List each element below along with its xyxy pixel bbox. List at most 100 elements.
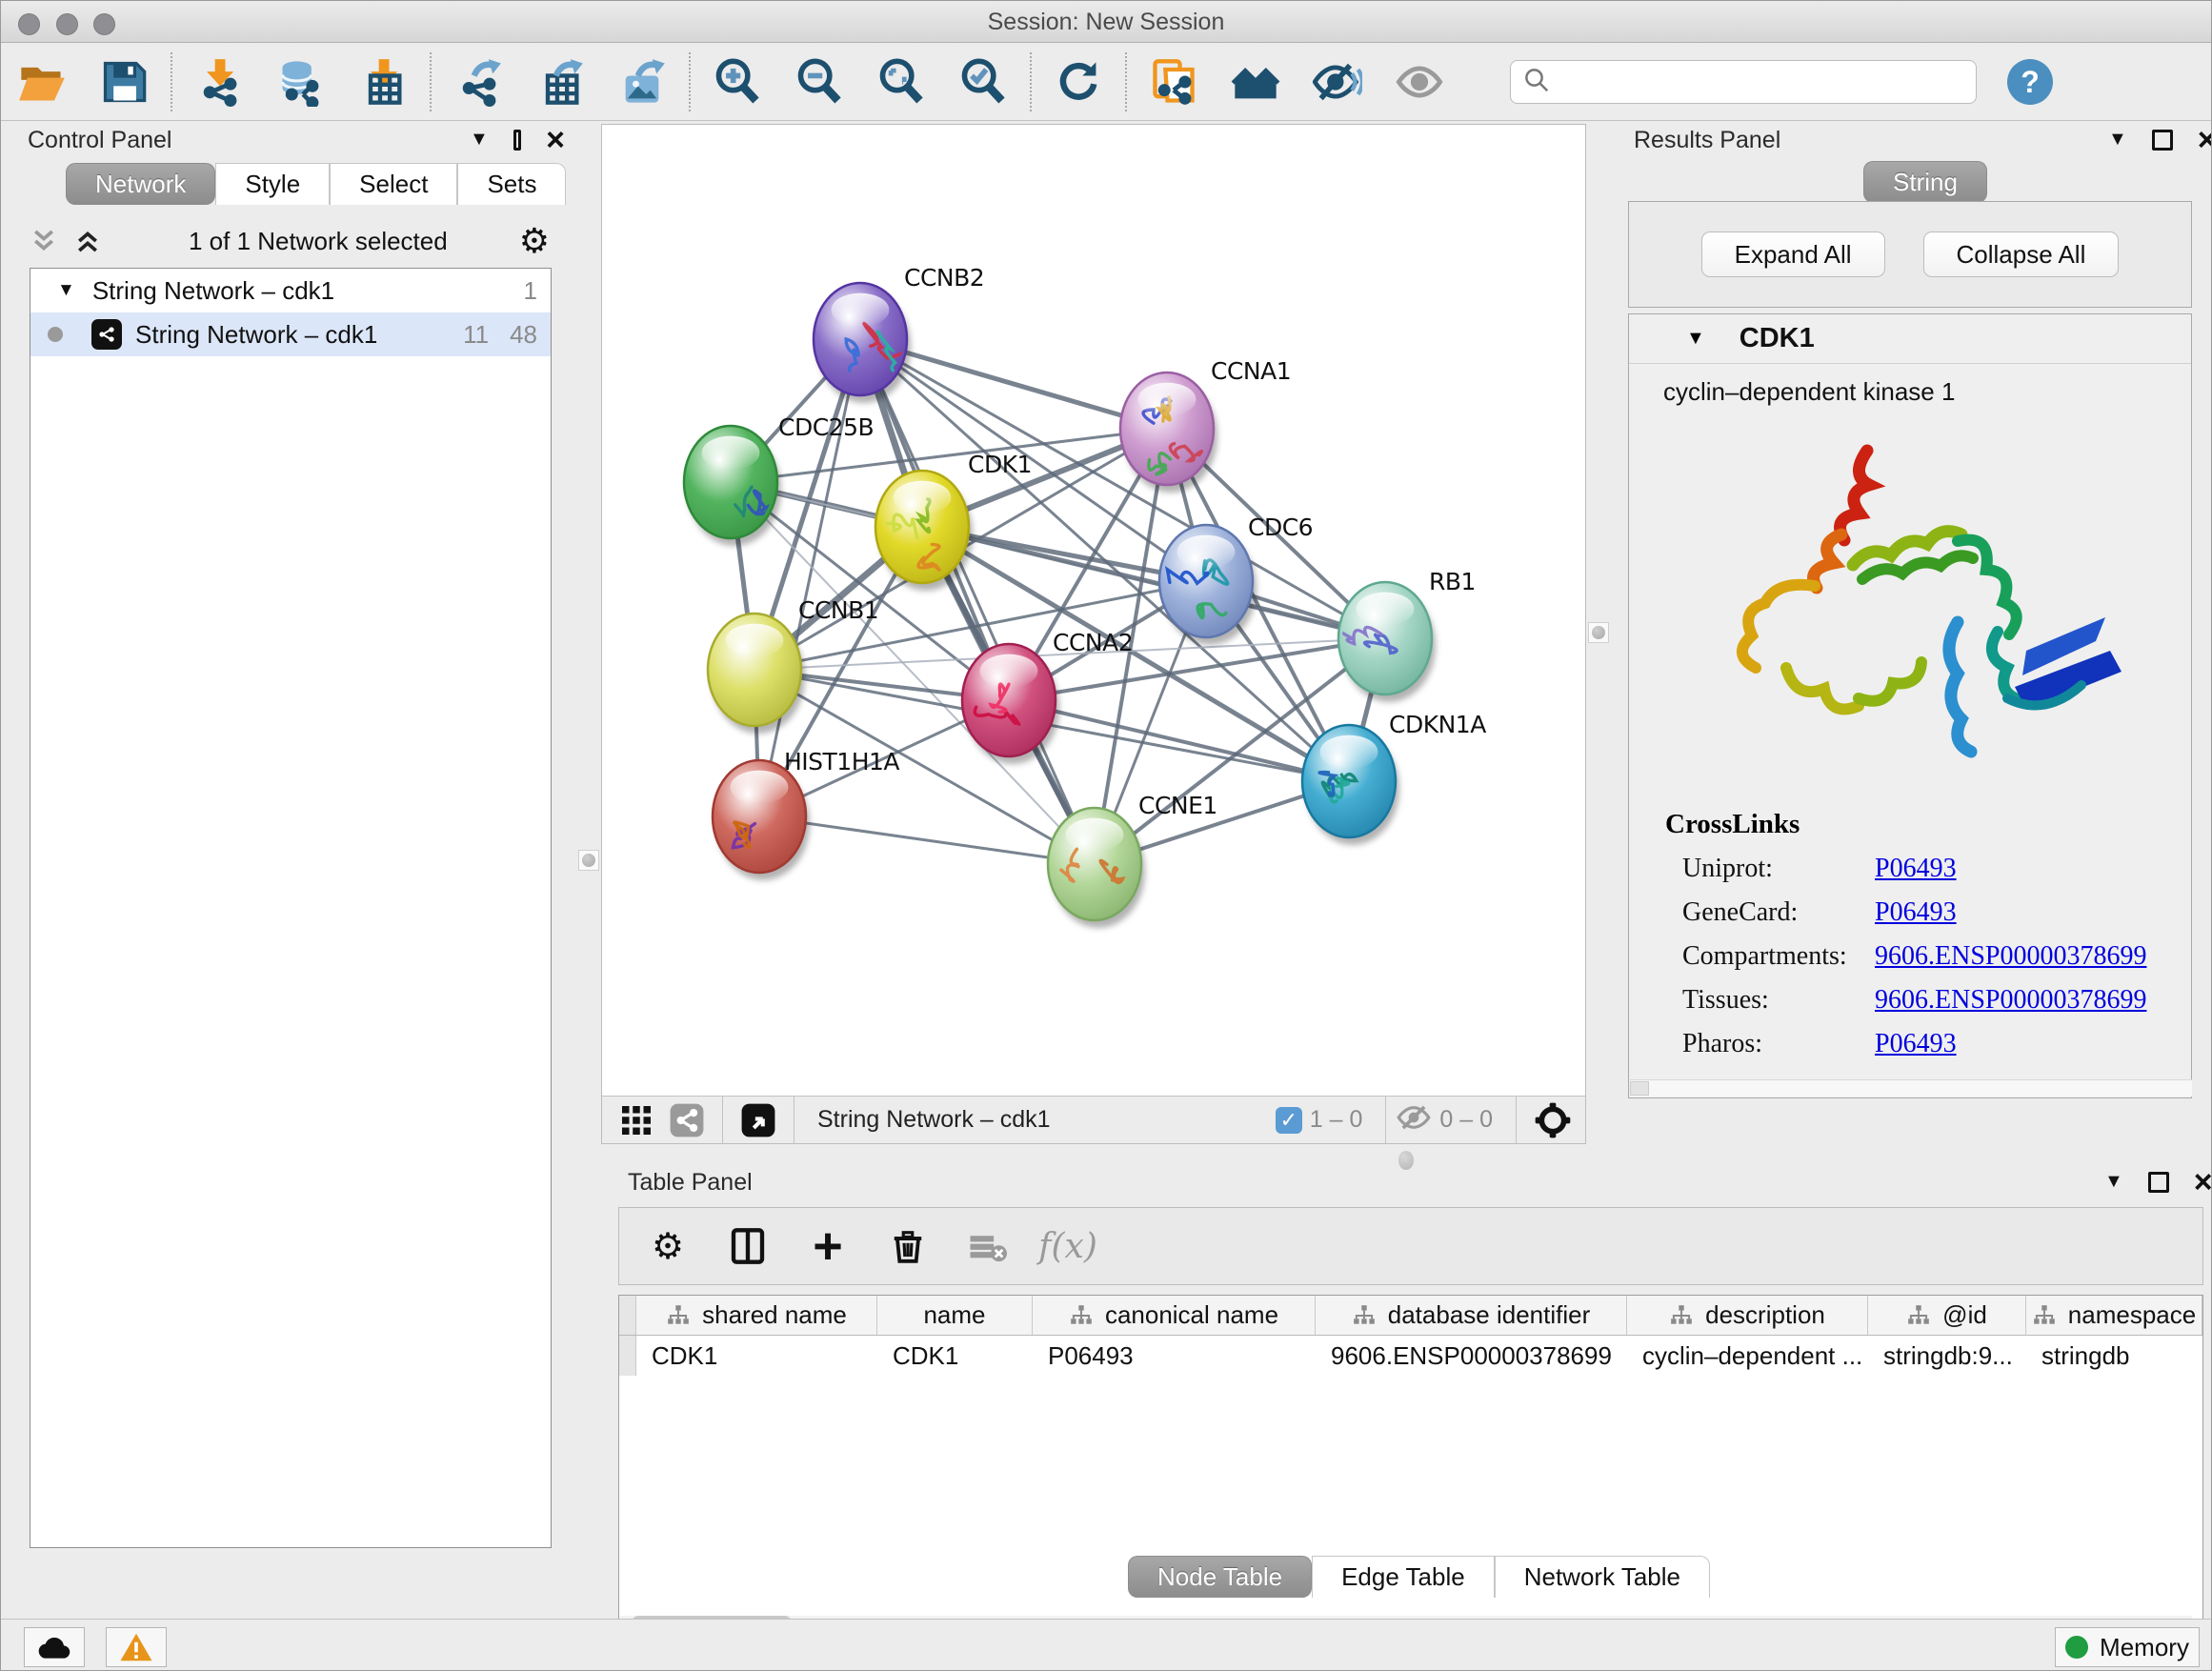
export-table-icon[interactable]: [519, 49, 601, 115]
search-box[interactable]: [1510, 60, 1977, 104]
column-header-description[interactable]: description: [1627, 1296, 1868, 1335]
home-icon[interactable]: [1215, 49, 1297, 115]
move-crosshair-icon[interactable]: [1534, 1101, 1572, 1139]
network-canvas[interactable]: CCNB2CCNA1CDC25BCDK1CDC6RB1CCNB1CCNA2CDK…: [602, 125, 1585, 1096]
network-node-CDC25B[interactable]: CDC25B: [684, 413, 874, 546]
delete-column-icon[interactable]: [882, 1218, 934, 1275]
network-share-view-icon[interactable]: [669, 1102, 705, 1138]
tree-caret-icon[interactable]: ▼: [57, 280, 75, 301]
tab-network-table[interactable]: Network Table: [1495, 1556, 1710, 1598]
search-input[interactable]: [1560, 69, 1961, 95]
network-from-clipboard-icon[interactable]: [1133, 49, 1215, 115]
table-cell[interactable]: cyclin–dependent ...: [1627, 1336, 1868, 1376]
export-network-icon[interactable]: [437, 49, 519, 115]
grid-view-icon[interactable]: [619, 1103, 654, 1137]
show-hide-panels-icon[interactable]: [1297, 49, 1378, 115]
gene-section-header[interactable]: ▼ CDK1: [1629, 314, 2191, 364]
birdseye-view-icon[interactable]: [740, 1102, 776, 1138]
tab-select[interactable]: Select: [330, 163, 457, 205]
delete-table-icon[interactable]: [962, 1218, 1014, 1275]
network-edge[interactable]: [860, 339, 1095, 864]
tab-edge-table[interactable]: Edge Table: [1312, 1556, 1495, 1598]
import-table-file-icon[interactable]: [342, 49, 424, 115]
tab-node-table[interactable]: Node Table: [1128, 1556, 1312, 1598]
selected-counts: 1 – 0: [1310, 1106, 1363, 1134]
table-cell[interactable]: stringdb:9...: [1868, 1336, 2026, 1376]
import-network-file-icon[interactable]: [178, 49, 260, 115]
table-cell[interactable]: P06493: [1033, 1336, 1316, 1376]
left-splitter-knob[interactable]: [578, 850, 599, 871]
export-image-icon[interactable]: [601, 49, 683, 115]
crosslink-link[interactable]: 9606.ENSP00000378699: [1875, 985, 2146, 1016]
refresh-layout-icon[interactable]: [1037, 49, 1119, 115]
expand-all-icon[interactable]: [73, 227, 102, 255]
right-splitter-knob[interactable]: [1588, 622, 1609, 643]
expand-all-button[interactable]: Expand All: [1701, 232, 1885, 277]
network-node-CCNA1[interactable]: CCNA1: [1120, 357, 1291, 493]
table-cell[interactable]: stringdb: [2026, 1336, 2202, 1376]
cloud-button[interactable]: [24, 1627, 85, 1667]
tab-network[interactable]: Network: [66, 163, 215, 205]
panel-float-icon[interactable]: [513, 130, 521, 151]
panel-float-icon[interactable]: [2148, 1172, 2169, 1193]
network-node-CDKN1A[interactable]: CDKN1A: [1302, 711, 1486, 845]
import-network-database-icon[interactable]: [260, 49, 342, 115]
crosslink-link[interactable]: P06493: [1875, 897, 1957, 928]
collapse-all-button[interactable]: Collapse All: [1923, 232, 2120, 277]
tab-string[interactable]: String: [1863, 161, 1987, 203]
crosslink-link[interactable]: 9606.ENSP00000378699: [1875, 941, 2146, 972]
network-edge[interactable]: [759, 339, 860, 816]
network-collection-row[interactable]: ▼ String Network – cdk1 1: [30, 269, 551, 312]
panel-collapse-icon[interactable]: ▼: [2108, 129, 2127, 151]
table-cell[interactable]: 9606.ENSP00000378699: [1316, 1336, 1627, 1376]
crosslink-label: Uniprot:: [1665, 854, 1875, 884]
zoom-selected-icon[interactable]: [942, 49, 1024, 115]
panel-close-icon[interactable]: ×: [2198, 130, 2212, 151]
function-builder-icon[interactable]: f(x): [1042, 1218, 1094, 1275]
panel-close-icon[interactable]: ×: [2194, 1172, 2212, 1193]
table-cell[interactable]: CDK1: [636, 1336, 877, 1376]
network-node-CCNB2[interactable]: CCNB2: [814, 264, 984, 403]
network-row[interactable]: String Network – cdk1 11 48: [30, 312, 551, 356]
panel-close-icon[interactable]: ×: [546, 130, 565, 151]
memory-button[interactable]: Memory: [2055, 1627, 2200, 1667]
table-row[interactable]: CDK1CDK1P064939606.ENSP00000378699cyclin…: [619, 1336, 2202, 1376]
column-header-@id[interactable]: @id: [1868, 1296, 2026, 1335]
preview-eye-icon[interactable]: [1378, 49, 1460, 115]
section-caret-icon[interactable]: ▼: [1686, 328, 1705, 350]
panel-float-icon[interactable]: [2152, 130, 2173, 151]
help-button[interactable]: ?: [2007, 59, 2053, 105]
network-node-CCNE1[interactable]: CCNE1: [1048, 792, 1217, 928]
add-column-icon[interactable]: +: [802, 1218, 854, 1275]
crosslink-link[interactable]: P06493: [1875, 854, 1957, 884]
network-node-CDC6[interactable]: CDC6: [1159, 513, 1313, 645]
panel-collapse-icon[interactable]: ▼: [2104, 1171, 2123, 1193]
memory-status-dot: [2065, 1636, 2088, 1659]
collapse-all-icon[interactable]: [30, 227, 58, 255]
network-node-HIST1H1A[interactable]: HIST1H1A: [713, 748, 899, 880]
save-session-icon[interactable]: [83, 49, 165, 115]
warning-button[interactable]: [106, 1627, 167, 1667]
zoom-out-icon[interactable]: [778, 49, 860, 115]
zoom-in-icon[interactable]: [696, 49, 778, 115]
selected-checkbox-icon[interactable]: ✓: [1276, 1107, 1302, 1134]
open-session-icon[interactable]: [1, 49, 83, 115]
tab-style[interactable]: Style: [215, 163, 330, 205]
table-settings-gear-icon[interactable]: ⚙: [642, 1218, 694, 1275]
tab-sets[interactable]: Sets: [457, 163, 566, 205]
crosslink-link[interactable]: P06493: [1875, 1029, 1957, 1059]
zoom-fit-icon[interactable]: [860, 49, 942, 115]
results-hscrollbar[interactable]: [1630, 1079, 2192, 1097]
column-header-shared-name[interactable]: shared name: [636, 1296, 877, 1335]
panel-collapse-icon[interactable]: ▼: [470, 129, 489, 151]
network-node-RB1[interactable]: RB1: [1338, 568, 1476, 702]
table-cell[interactable]: CDK1: [877, 1336, 1033, 1376]
network-options-gear-icon[interactable]: ⚙: [519, 221, 550, 261]
network-node-CCNA2[interactable]: CCNA2: [962, 629, 1133, 764]
column-header-namespace[interactable]: namespace: [2026, 1296, 2202, 1335]
column-header-name[interactable]: name: [877, 1296, 1033, 1335]
column-header-canonical-name[interactable]: canonical name: [1033, 1296, 1316, 1335]
bottom-splitter-knob[interactable]: [1398, 1151, 1414, 1170]
column-visibility-icon[interactable]: [722, 1218, 774, 1275]
column-header-database-identifier[interactable]: database identifier: [1316, 1296, 1627, 1335]
